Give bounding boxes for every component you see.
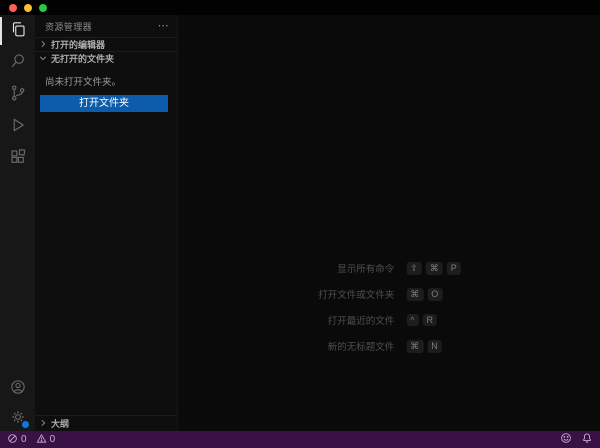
files-icon xyxy=(9,20,27,43)
minimize-window-button[interactable] xyxy=(24,4,32,12)
activity-item-extensions[interactable] xyxy=(0,143,35,175)
keycap: ⌘ xyxy=(406,339,424,353)
open-editors-section-header[interactable]: 打开的编辑器 xyxy=(35,37,177,51)
source-control-icon xyxy=(9,84,27,107)
no-folder-message: 尚未打开文件夹。 xyxy=(45,77,122,88)
activity-bar xyxy=(0,15,35,431)
window-controls xyxy=(9,4,47,12)
watermark-keys: ⌘ O xyxy=(406,287,461,301)
more-actions-button[interactable]: ⋯ xyxy=(158,21,169,32)
account-icon xyxy=(9,378,27,401)
settings-button[interactable] xyxy=(0,403,35,431)
error-icon xyxy=(7,433,18,447)
keycap: P xyxy=(446,261,461,275)
chevron-right-icon xyxy=(38,418,48,430)
keycap: ^ xyxy=(406,314,419,326)
extensions-icon xyxy=(9,148,27,171)
notifications-bell-icon[interactable] xyxy=(581,432,593,447)
gear-icon xyxy=(9,408,30,429)
debug-icon xyxy=(9,116,27,139)
activity-item-search[interactable] xyxy=(0,47,35,79)
zoom-window-button[interactable] xyxy=(39,4,47,12)
chevron-down-icon xyxy=(38,53,48,65)
open-folder-button[interactable]: 打开文件夹 xyxy=(40,95,168,112)
status-bar: 0 0 xyxy=(0,431,600,448)
activity-item-run-debug[interactable] xyxy=(0,111,35,143)
watermark-keys: ^ R xyxy=(406,314,461,326)
title-bar xyxy=(0,0,600,15)
keycap: ⌘ xyxy=(406,287,424,301)
watermark-keys: ⌘ N xyxy=(406,339,461,353)
keycap: ⌘ xyxy=(425,261,443,275)
watermark-label: 打开最近的文件 xyxy=(327,316,395,327)
feedback-smiley-icon[interactable] xyxy=(560,432,572,447)
keycap: ⇧ xyxy=(406,261,422,275)
editor-area: 显示所有命令 ⇧ ⌘ P 打开文件或文件夹 ⌘ O 打开最近的文件 ^ R 新的… xyxy=(179,15,600,431)
keycap: O xyxy=(427,287,443,301)
sidebar-title: 资源管理器 xyxy=(45,21,93,32)
search-icon xyxy=(9,52,27,75)
error-count: 0 xyxy=(21,434,27,445)
no-folder-section-header[interactable]: 无打开的文件夹 xyxy=(35,51,177,65)
watermark-label: 显示所有命令 xyxy=(337,264,395,275)
accounts-button[interactable] xyxy=(0,375,35,403)
keycap: R xyxy=(422,314,437,326)
chevron-right-icon xyxy=(38,39,48,51)
watermark-label: 新的无标题文件 xyxy=(327,342,395,353)
keycap: N xyxy=(427,339,442,353)
explorer-sidebar: 资源管理器 ⋯ 打开的编辑器 无打开的文件夹 尚未打开文件夹。 打开文件夹 大纲 xyxy=(35,15,178,431)
activity-item-source-control[interactable] xyxy=(0,79,35,111)
watermark-label: 打开文件或文件夹 xyxy=(318,290,395,301)
warning-count: 0 xyxy=(49,434,56,445)
problems-indicator[interactable]: 0 0 xyxy=(7,433,55,447)
watermark-keys: ⇧ ⌘ P xyxy=(406,261,461,275)
settings-badge xyxy=(20,420,30,429)
watermark-shortcuts: 显示所有命令 ⇧ ⌘ P 打开文件或文件夹 ⌘ O 打开最近的文件 ^ R 新的… xyxy=(318,261,461,353)
activity-item-explorer[interactable] xyxy=(0,15,35,47)
warning-icon xyxy=(36,433,47,447)
close-window-button[interactable] xyxy=(9,4,17,12)
outline-section-header[interactable]: 大纲 xyxy=(35,415,177,431)
